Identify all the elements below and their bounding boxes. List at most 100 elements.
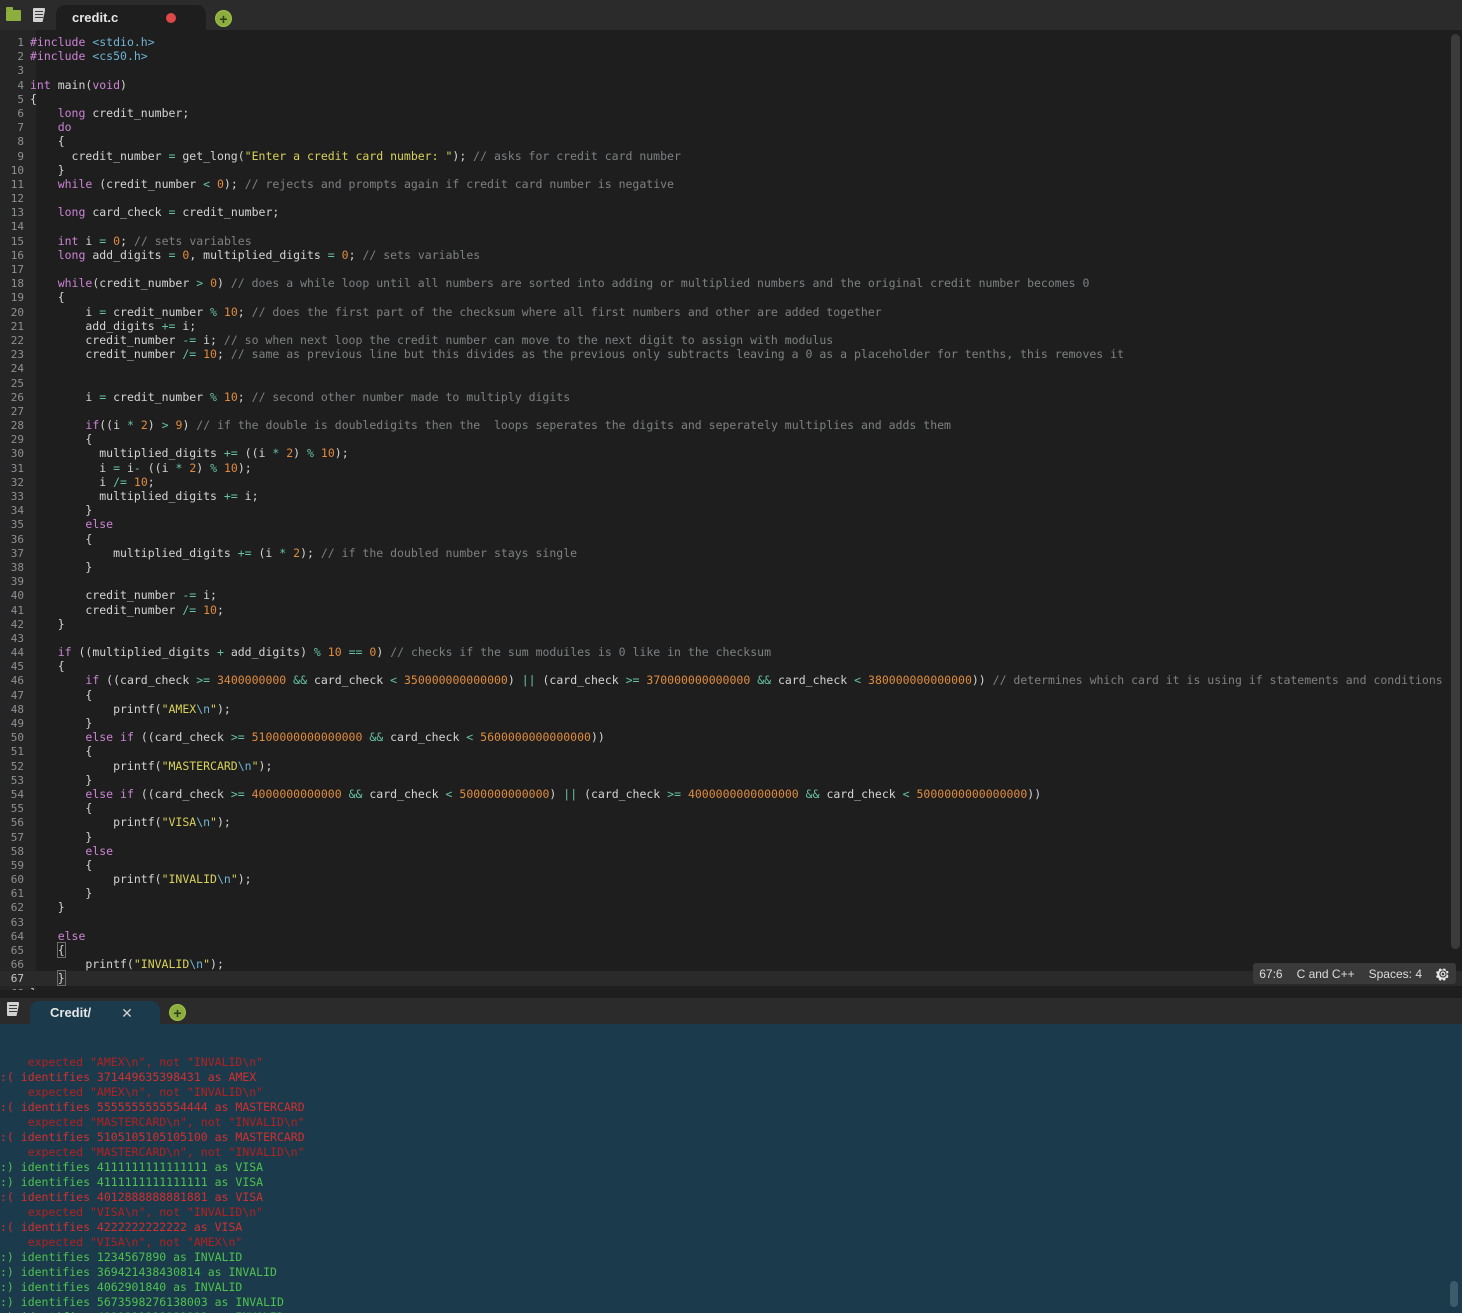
close-icon[interactable]: ✕	[121, 1006, 133, 1020]
code-line[interactable]: 50 else if ((card_check >= 5100000000000…	[0, 730, 1462, 744]
code-line[interactable]: 55 {	[0, 801, 1462, 815]
code-line[interactable]: 23 credit_number /= 10; // same as previ…	[0, 347, 1462, 361]
code-line[interactable]: 37 multiplied_digits += (i * 2); // if t…	[0, 546, 1462, 560]
code-content[interactable]: 1 #include <stdio.h> 2 #include <cs50.h> 3 4 i…	[0, 30, 1462, 990]
code-line[interactable]: 60 printf("INVALID\n");	[0, 872, 1462, 886]
code-line[interactable]: 66 printf("INVALID\n");	[0, 957, 1462, 971]
code-line[interactable]: 10 }	[0, 163, 1462, 177]
code-line[interactable]: 31 i = i- ((i * 2) % 10);	[0, 461, 1462, 475]
terminal-tab-bar: Credit/ ✕ +	[0, 998, 1462, 1024]
code-line[interactable]: 52 printf("MASTERCARD\n");	[0, 759, 1462, 773]
code-line[interactable]: 14	[0, 219, 1462, 233]
code-line[interactable]: 46 if ((card_check >= 3400000000 && card…	[0, 673, 1462, 687]
code-text: credit_number /= 10; // same as previous…	[30, 347, 1124, 362]
code-line[interactable]: 19 {	[0, 290, 1462, 304]
code-line[interactable]: 32 i /= 10;	[0, 475, 1462, 489]
code-line[interactable]: 64 else	[0, 929, 1462, 943]
code-line[interactable]: 7 do	[0, 120, 1462, 134]
code-line[interactable]: 29 {	[0, 432, 1462, 446]
code-text: {	[30, 91, 37, 106]
code-line[interactable]: 62 }	[0, 900, 1462, 914]
code-line[interactable]: 30 multiplied_digits += ((i * 2) % 10);	[0, 446, 1462, 460]
code-line[interactable]: 47 {	[0, 688, 1462, 702]
new-terminal-button[interactable]: +	[169, 1004, 186, 1021]
code-line[interactable]: 56 printf("VISA\n");	[0, 815, 1462, 829]
code-line[interactable]: 22 credit_number -= i; // so when next l…	[0, 333, 1462, 347]
code-line[interactable]: 2 #include <cs50.h>	[0, 49, 1462, 63]
code-line[interactable]: 63	[0, 915, 1462, 929]
code-line[interactable]: 24	[0, 361, 1462, 375]
code-line[interactable]: 4 int main(void)	[0, 78, 1462, 92]
terminal-output[interactable]: expected "AMEX\n", not "INVALID\n":( ide…	[0, 1024, 1462, 1313]
code-line[interactable]: 18 while(credit_number > 0) // does a wh…	[0, 276, 1462, 290]
code-line[interactable]: 39	[0, 574, 1462, 588]
code-line[interactable]: 61 }	[0, 886, 1462, 900]
code-line[interactable]: 65 {	[0, 942, 1462, 958]
editor-tab-credit-c[interactable]: credit.c	[56, 5, 206, 30]
folder-icon[interactable]	[0, 0, 26, 30]
code-line[interactable]: 54 else if ((card_check >= 4000000000000…	[0, 787, 1462, 801]
cursor-position[interactable]: 67:6	[1259, 967, 1282, 981]
gear-icon[interactable]	[1436, 967, 1450, 981]
code-line[interactable]: 25	[0, 376, 1462, 390]
code-line[interactable]: 42 }	[0, 617, 1462, 631]
unsaved-indicator-icon[interactable]	[166, 12, 177, 23]
code-line[interactable]: 49 }	[0, 716, 1462, 730]
code-text: }	[30, 716, 93, 730]
line-number: 35	[10, 518, 24, 532]
code-text: long credit_number;	[57, 105, 190, 120]
code-line[interactable]: 11 while (credit_number < 0); // rejects…	[0, 177, 1462, 191]
code-line[interactable]: 48 printf("AMEX\n");	[0, 702, 1462, 716]
code-line[interactable]: 59 {	[0, 858, 1462, 872]
code-line[interactable]: 35 else	[0, 517, 1462, 531]
code-line[interactable]: 45 {	[0, 659, 1462, 673]
code-line[interactable]: 28 if((i * 2) > 9) // if the double is d…	[0, 418, 1462, 432]
code-line[interactable]: 9 credit_number = get_long("Enter a cred…	[0, 149, 1462, 163]
terminal-tree-icon[interactable]	[0, 994, 26, 1024]
code-line[interactable]: 34 }	[0, 503, 1462, 517]
code-line[interactable]: 33 multiplied_digits += i;	[0, 489, 1462, 503]
new-file-button[interactable]: +	[215, 10, 232, 27]
code-line[interactable]: 38 }	[0, 560, 1462, 574]
terminal-scrollbar[interactable]	[1450, 1281, 1458, 1307]
terminal-tab-credit[interactable]: Credit/ ✕	[30, 1001, 160, 1024]
code-line[interactable]: 57 }	[0, 830, 1462, 844]
file-tree-icon[interactable]	[26, 0, 52, 30]
code-line[interactable]: 13 long card_check = credit_number;	[0, 205, 1462, 219]
code-text: credit_number = get_long("Enter a credit…	[30, 148, 681, 163]
line-number: 21	[10, 319, 24, 333]
code-line[interactable]: 68}	[0, 986, 1462, 990]
code-line[interactable]: 16 long add_digits = 0, multiplied_digit…	[0, 248, 1462, 262]
code-line[interactable]: 5{	[0, 92, 1462, 106]
line-number: 64	[10, 929, 24, 943]
line-number: 56	[10, 816, 24, 830]
code-line[interactable]: 36 {	[0, 532, 1462, 546]
code-editor[interactable]: 1 #include <stdio.h> 2 #include <cs50.h> 3 4 i…	[0, 30, 1462, 990]
code-line[interactable]: 51 {	[0, 744, 1462, 758]
code-line[interactable]: 44 if ((multiplied_digits + add_digits) …	[0, 645, 1462, 659]
code-line[interactable]: 6 long credit_number;	[0, 106, 1462, 120]
code-line[interactable]: 3	[0, 63, 1462, 77]
code-line[interactable]: 20 i = credit_number % 10; // does the f…	[0, 305, 1462, 319]
language-mode[interactable]: C and C++	[1297, 967, 1355, 981]
code-line[interactable]: 15 int i = 0; // sets variables	[0, 234, 1462, 248]
code-line[interactable]: 1 #include <stdio.h>	[0, 35, 1462, 49]
code-line[interactable]: 8 {	[0, 134, 1462, 148]
code-line[interactable]: 40 credit_number -= i;	[0, 588, 1462, 602]
code-line[interactable]: 53 }	[0, 773, 1462, 787]
code-line[interactable]: 26 i = credit_number % 10; // second oth…	[0, 390, 1462, 404]
terminal-line: :) identifies 369421438430814 as INVALID	[0, 1265, 277, 1279]
code-text: {	[56, 942, 66, 958]
terminal-tab-label: Credit/	[50, 1005, 92, 1020]
line-number: 18	[10, 277, 24, 291]
code-line[interactable]: 12	[0, 191, 1462, 205]
code-line[interactable]: 21 add_digits += i;	[0, 319, 1462, 333]
indent-setting[interactable]: Spaces: 4	[1369, 967, 1422, 981]
editor-scrollbar[interactable]	[1451, 34, 1460, 949]
code-line[interactable]: 58 else	[0, 844, 1462, 858]
code-line[interactable]: 17	[0, 262, 1462, 276]
code-line[interactable]: 41 credit_number /= 10;	[0, 603, 1462, 617]
code-line[interactable]: 43	[0, 631, 1462, 645]
code-line[interactable]: 27	[0, 404, 1462, 418]
code-line[interactable]: 67 }	[0, 970, 1462, 987]
